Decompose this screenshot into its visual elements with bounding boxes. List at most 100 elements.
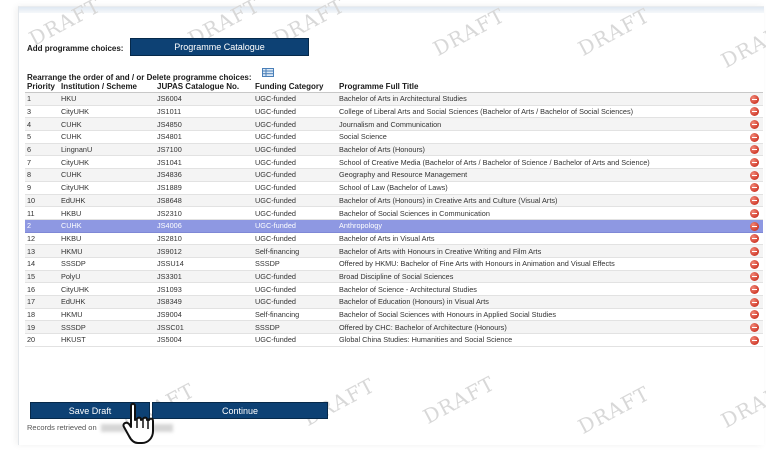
cell-priority: 1 <box>25 92 59 106</box>
table-header-row: Priority Institution / Scheme JUPAS Cata… <box>25 81 763 93</box>
delete-icon[interactable] <box>750 158 759 168</box>
table-row[interactable]: 16 CityUHK JS1093 UGC-funded Bachelor of Sci… <box>25 282 763 296</box>
table-row[interactable]: 19 SSSDP JSSC01 SSSDP Offered by CHC: Bachel… <box>25 320 763 335</box>
cell-delete <box>746 206 763 220</box>
table-row[interactable]: 18 HKMU JS9004 Self-financing Bachelor of So… <box>25 308 763 322</box>
delete-icon[interactable] <box>750 272 759 282</box>
table-row[interactable]: 8 CUHK JS4836 UGC-funded Geography and Resou… <box>25 168 763 182</box>
cell-priority: 12 <box>25 232 59 246</box>
table-row[interactable]: 4 CUHK JS4850 UGC-funded Journalism and Comm… <box>25 117 763 132</box>
cell-catalogue-no: JS9012 <box>155 244 253 258</box>
cell-priority: 18 <box>25 308 59 322</box>
cell-catalogue-no: JS4850 <box>155 117 253 132</box>
cell-catalogue-no: JSSU14 <box>155 257 253 271</box>
programme-catalogue-button[interactable]: Programme Catalogue <box>130 38 309 56</box>
delete-icon[interactable] <box>750 170 759 180</box>
table-row[interactable]: 12 HKBU JS2810 UGC-funded Bachelor of Arts i… <box>25 232 763 246</box>
cell-catalogue-no: JS1011 <box>155 105 253 119</box>
cell-institution: HKBU <box>59 206 155 220</box>
cell-priority: 15 <box>25 270 59 284</box>
delete-icon[interactable] <box>750 259 759 269</box>
cell-title: Bachelor of Education (Honours) in Visua… <box>337 295 746 309</box>
delete-icon[interactable] <box>750 132 759 142</box>
cell-funding: UGC-funded <box>253 232 337 246</box>
cell-title: Bachelor of Arts (Honours) in Creative A… <box>337 194 746 208</box>
table-row[interactable]: 6 LingnanU JS7100 UGC-funded Bachelor of Art… <box>25 143 763 157</box>
cell-catalogue-no: JS8349 <box>155 295 253 309</box>
cell-title: Bachelor of Arts (Honours) <box>337 143 746 157</box>
cell-delete <box>746 244 763 258</box>
table-row[interactable]: 3 CityUHK JS1011 UGC-funded College of Liber… <box>25 105 763 119</box>
table-row-selected[interactable]: 2 CUHK JS4006 UGC-funded Anthropology <box>25 219 763 233</box>
cell-title: School of Creative Media (Bachelor of Ar… <box>337 155 746 170</box>
delete-icon[interactable] <box>750 284 759 294</box>
cell-funding: SSSDP <box>253 257 337 271</box>
cell-funding: UGC-funded <box>253 206 337 220</box>
cell-delete <box>746 219 763 233</box>
cell-catalogue-no: JS9004 <box>155 308 253 322</box>
delete-icon[interactable] <box>750 234 759 244</box>
cell-priority: 9 <box>25 181 59 195</box>
delete-icon[interactable] <box>750 335 759 345</box>
delete-icon[interactable] <box>750 196 759 206</box>
table-row[interactable]: 11 HKBU JS2310 UGC-funded Bachelor of Social… <box>25 206 763 220</box>
cell-priority: 5 <box>25 130 59 144</box>
cell-title: Bachelor of Arts in Visual Arts <box>337 232 746 246</box>
cell-title: Geography and Resource Management <box>337 168 746 182</box>
cell-funding: Self-financing <box>253 308 337 322</box>
cell-institution: HKUST <box>59 333 155 347</box>
delete-icon[interactable] <box>750 120 759 129</box>
cell-funding: UGC-funded <box>253 295 337 309</box>
cell-delete <box>746 295 763 309</box>
delete-icon[interactable] <box>750 297 759 307</box>
table-row[interactable]: 14 SSSDP JSSU14 SSSDP Offered by HKMU: Bache… <box>25 257 763 271</box>
table-row[interactable]: 1 HKU JS6004 UGC-funded Bachelor of Arts in … <box>25 92 763 106</box>
cell-priority: 17 <box>25 295 59 309</box>
cell-catalogue-no: JSSC01 <box>155 320 253 335</box>
cell-delete <box>746 308 763 322</box>
cell-delete <box>746 181 763 195</box>
cell-catalogue-no: JS4006 <box>155 219 253 233</box>
delete-icon[interactable] <box>750 208 759 218</box>
column-header-funding: Funding Category <box>253 81 337 93</box>
cell-delete <box>746 92 763 106</box>
cell-catalogue-no: JS1093 <box>155 282 253 296</box>
delete-icon[interactable] <box>750 221 759 231</box>
table-row[interactable]: 5 CUHK JS4801 UGC-funded Social Science <box>25 130 763 144</box>
delete-icon[interactable] <box>750 246 759 256</box>
cell-catalogue-no: JS4801 <box>155 130 253 144</box>
delete-icon[interactable] <box>750 94 759 104</box>
cell-delete <box>746 155 763 170</box>
delete-icon[interactable] <box>750 183 759 193</box>
table-row[interactable]: 15 PolyU JS3301 UGC-funded Broad Discipline … <box>25 270 763 284</box>
cell-catalogue-no: JS1889 <box>155 181 253 195</box>
cell-institution: CityUHK <box>59 105 155 119</box>
cell-institution: EdUHK <box>59 194 155 208</box>
cell-catalogue-no: JS6004 <box>155 92 253 106</box>
cell-priority: 3 <box>25 105 59 119</box>
table-row[interactable]: 10 EdUHK JS8648 UGC-funded Bachelor of Arts … <box>25 194 763 208</box>
table-row[interactable]: 7 CityUHK JS1041 UGC-funded School of Creati… <box>25 155 763 170</box>
cell-priority: 11 <box>25 206 59 220</box>
cell-title: Social Science <box>337 130 746 144</box>
table-row[interactable]: 17 EdUHK JS8349 UGC-funded Bachelor of Educa… <box>25 295 763 309</box>
cell-institution: HKBU <box>59 232 155 246</box>
table-row[interactable]: 9 CityUHK JS1889 UGC-funded School of Law (B… <box>25 181 763 195</box>
delete-icon[interactable] <box>750 323 759 332</box>
top-bar <box>19 7 764 13</box>
table-row[interactable]: 13 HKMU JS9012 Self-financing Bachelor of Ar… <box>25 244 763 258</box>
cell-catalogue-no: JS2310 <box>155 206 253 220</box>
delete-icon[interactable] <box>750 107 759 117</box>
cell-funding: UGC-funded <box>253 282 337 296</box>
delete-icon[interactable] <box>750 310 759 320</box>
cell-institution: CityUHK <box>59 282 155 296</box>
cell-funding: UGC-funded <box>253 181 337 195</box>
cell-funding: UGC-funded <box>253 168 337 182</box>
cell-priority: 6 <box>25 143 59 157</box>
cell-institution: CityUHK <box>59 155 155 170</box>
delete-icon[interactable] <box>750 145 759 155</box>
cell-delete <box>746 130 763 144</box>
table-row[interactable]: 20 HKUST JS5004 UGC-funded Global China Stud… <box>25 333 763 347</box>
cell-delete <box>746 270 763 284</box>
continue-button[interactable]: Continue <box>152 402 328 419</box>
